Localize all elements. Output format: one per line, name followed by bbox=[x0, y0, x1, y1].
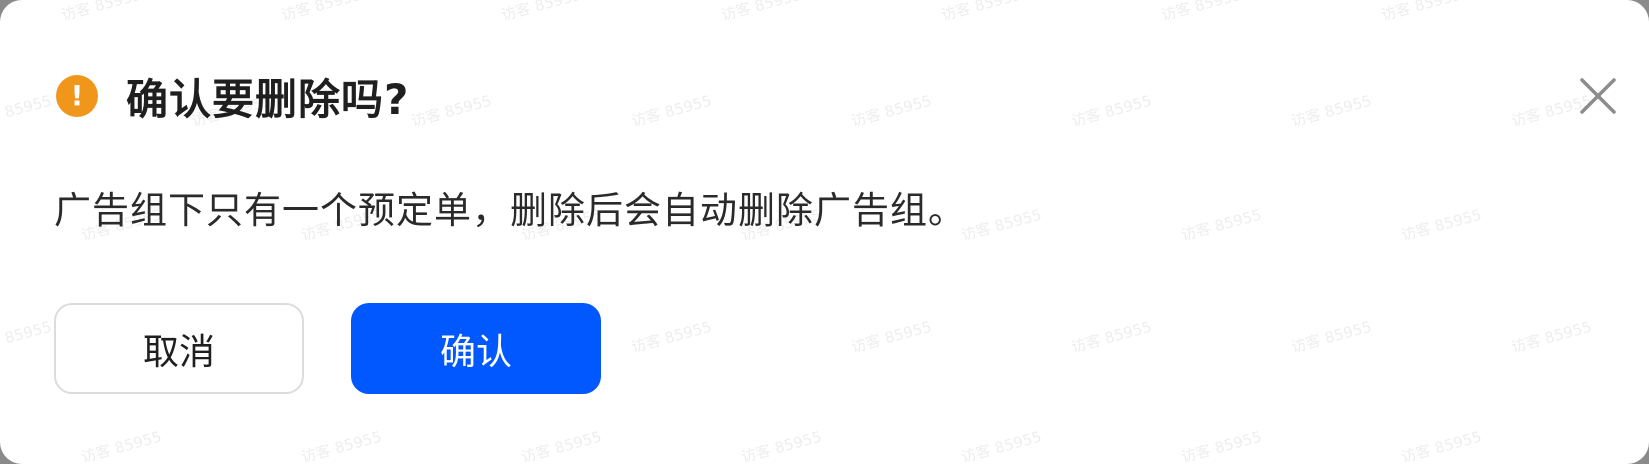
dialog-title: 确认要删除吗? bbox=[126, 74, 410, 124]
watermark: 访客 85955 bbox=[629, 91, 714, 131]
watermark: 访客 85955 bbox=[1069, 317, 1154, 357]
watermark: 访客 85955 bbox=[409, 91, 494, 131]
watermark: 访客 85955 bbox=[519, 427, 604, 464]
watermark: 访客 85955 bbox=[1179, 427, 1264, 464]
watermark: 访客 85955 bbox=[1509, 317, 1594, 357]
watermark: 访客 85955 bbox=[959, 205, 1044, 245]
watermark: 访客 85955 bbox=[79, 427, 164, 464]
confirm-button[interactable]: 确认 bbox=[351, 303, 601, 394]
exclamation-mark-glyph: ! bbox=[70, 79, 84, 112]
watermark: 访客 85955 bbox=[299, 427, 384, 464]
confirm-dialog: 访客 85955 访客 85955 访客 85955 访客 85955 访客 8… bbox=[0, 0, 1649, 464]
watermark: 访客 85955 bbox=[959, 427, 1044, 464]
watermark: 访客 85955 bbox=[849, 91, 934, 131]
watermark: 访客 85955 bbox=[1069, 91, 1154, 131]
watermark: 访客 85955 bbox=[629, 317, 714, 357]
watermark: 访客 85955 bbox=[59, 0, 144, 25]
cancel-button[interactable]: 取消 bbox=[54, 303, 304, 394]
exclamation-circle-icon: ! bbox=[56, 75, 98, 117]
watermark: 访客 85955 bbox=[1289, 317, 1374, 357]
watermark: 访客 85955 bbox=[499, 0, 584, 25]
close-icon bbox=[1580, 78, 1616, 114]
dialog-message: 广告组下只有一个预定单，删除后会自动删除广告组。 bbox=[54, 189, 966, 232]
watermark: 访客 85955 bbox=[939, 0, 1024, 25]
watermark: 访客 85955 bbox=[1379, 0, 1464, 25]
watermark: 访客 85955 bbox=[0, 317, 54, 357]
dialog-header: ! 确认要删除吗? bbox=[56, 66, 409, 126]
close-button[interactable] bbox=[1576, 74, 1620, 118]
watermark: 访客 85955 bbox=[739, 427, 824, 464]
watermark: 访客 85955 bbox=[279, 0, 364, 25]
watermark: 访客 85955 bbox=[0, 91, 54, 131]
watermark: 访客 85955 bbox=[1399, 427, 1484, 464]
watermark: 访客 85955 bbox=[1289, 91, 1374, 131]
watermark: 访客 85955 bbox=[1399, 205, 1484, 245]
watermark: 访客 85955 bbox=[1179, 205, 1264, 245]
watermark: 访客 85955 bbox=[849, 317, 934, 357]
watermark: 访客 85955 bbox=[1159, 0, 1244, 25]
watermark: 访客 85955 bbox=[719, 0, 804, 25]
